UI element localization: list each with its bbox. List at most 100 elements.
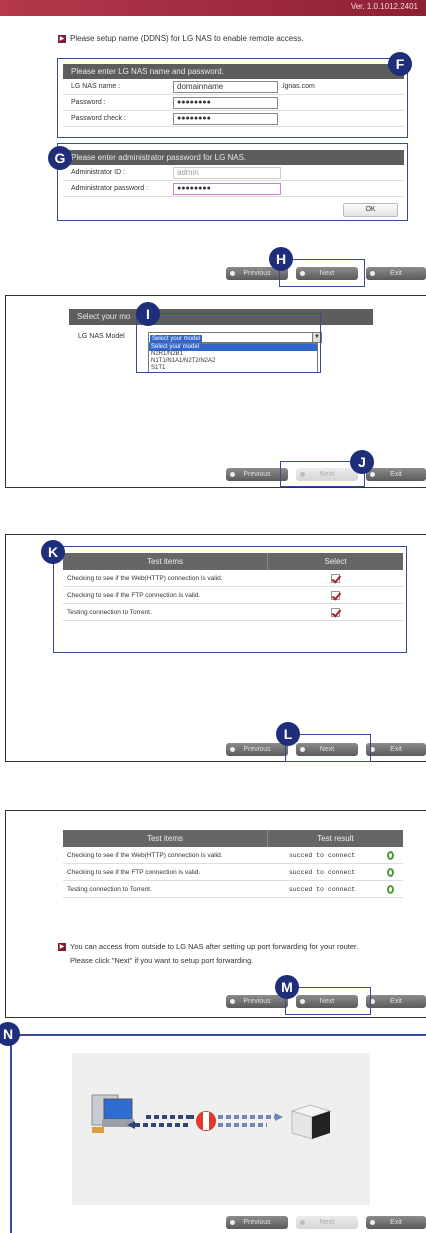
test-item-label: Testing connection to Torrent. bbox=[67, 886, 152, 893]
previous-label: Previous bbox=[243, 1219, 271, 1226]
section-n-top-line bbox=[10, 1034, 426, 1036]
exit-button[interactable]: Exit bbox=[366, 995, 426, 1008]
domain-suffix: .lgnas.com bbox=[281, 83, 315, 90]
test-result-value: succed to connect bbox=[288, 886, 356, 893]
admin-panel: Please enter administrator password for … bbox=[63, 150, 404, 225]
marker-f: F bbox=[388, 52, 412, 76]
circle-icon bbox=[370, 1220, 375, 1225]
next-button-disabled: Next bbox=[296, 1216, 358, 1229]
circle-icon bbox=[230, 1220, 235, 1225]
version-label: Ver. 1.0.1012.2401 bbox=[350, 2, 418, 11]
marker-g: G bbox=[48, 146, 72, 170]
table-header: Test items Test result bbox=[63, 830, 403, 847]
admin-password-label: Administrator password : bbox=[71, 185, 149, 192]
password-check-input[interactable]: ●●●●●●●● bbox=[173, 112, 278, 125]
message-line-2: Please click "Next" if you want to setup… bbox=[70, 956, 254, 965]
col-test-result: Test result bbox=[267, 830, 403, 847]
previous-button[interactable]: Previous bbox=[226, 468, 288, 481]
ddns-instruction: ▶ Please setup name (DDNS) for LG NAS to … bbox=[58, 34, 303, 43]
circle-icon bbox=[370, 271, 375, 276]
previous-button[interactable]: Previous bbox=[226, 995, 288, 1008]
password-input[interactable]: ●●●●●●●● bbox=[173, 96, 278, 109]
connection-diagram bbox=[72, 1053, 370, 1205]
marker-i: I bbox=[136, 302, 160, 326]
test-result-value: succed to connect bbox=[288, 869, 356, 876]
previous-button[interactable]: Previous bbox=[226, 1216, 288, 1229]
exit-label: Exit bbox=[390, 746, 402, 753]
next-label: Next bbox=[319, 1219, 335, 1226]
instruction-text: Please setup name (DDNS) for LG NAS to e… bbox=[70, 34, 304, 43]
success-circle-icon bbox=[386, 867, 394, 877]
admin-password-row: Administrator password : ●●●●●●●● bbox=[63, 181, 404, 197]
exit-button[interactable]: Exit bbox=[366, 267, 426, 280]
circle-icon bbox=[370, 472, 375, 477]
connection-diagram-svg bbox=[91, 1094, 332, 1140]
previous-label: Previous bbox=[243, 998, 271, 1005]
test-item-label: Checking to see if the Web(HTTP) connect… bbox=[67, 575, 223, 582]
table-row: Checking to see if the Web(HTTP) connect… bbox=[63, 570, 403, 587]
col-test-items: Test items bbox=[146, 834, 183, 843]
checkbox-checked-icon[interactable] bbox=[330, 590, 340, 600]
admin-id-row: Administrator ID : admin bbox=[63, 165, 404, 181]
arrow-right-icon: ▶ bbox=[58, 943, 66, 952]
computer-icon bbox=[91, 1094, 134, 1133]
blocked-icon bbox=[196, 1111, 216, 1131]
circle-icon bbox=[230, 271, 235, 276]
marker-m: M bbox=[275, 975, 299, 999]
exit-button[interactable]: Exit bbox=[366, 1216, 426, 1229]
previous-label: Previous bbox=[243, 270, 271, 277]
password-row: Password : ●●●●●●●● bbox=[63, 95, 404, 111]
table-row: Checking to see if the Web(HTTP) connect… bbox=[63, 847, 403, 864]
password-label: Password : bbox=[71, 99, 106, 106]
ok-label: OK bbox=[365, 206, 376, 213]
circle-icon bbox=[300, 1220, 305, 1225]
version-bar: Ver. 1.0.1012.2401 bbox=[0, 0, 426, 16]
exit-label: Exit bbox=[390, 1219, 402, 1226]
marker-j: J bbox=[350, 450, 374, 474]
nas-name-row: LG NAS name : domainname .lgnas.com bbox=[63, 79, 404, 95]
dotted-arrow-left-icon bbox=[127, 1115, 194, 1129]
nas-name-label: LG NAS name : bbox=[71, 83, 121, 90]
exit-button[interactable]: Exit bbox=[366, 468, 426, 481]
table-row: Checking to see if the FTP connection is… bbox=[63, 864, 403, 881]
exit-label: Exit bbox=[390, 471, 402, 478]
exit-button[interactable]: Exit bbox=[366, 743, 426, 756]
marker-n: N bbox=[0, 1022, 20, 1046]
nas-device-icon bbox=[290, 1104, 332, 1140]
port-forward-message: ▶ You can access from outside to LG NAS a… bbox=[58, 940, 408, 968]
test-item-label: Checking to see if the FTP connection is… bbox=[67, 592, 201, 599]
admin-id-input: admin bbox=[173, 166, 281, 179]
col-test-items: Test items bbox=[146, 557, 183, 566]
table-header: Test items Select bbox=[63, 553, 403, 570]
arrow-right-icon: ▶ bbox=[58, 34, 66, 43]
success-circle-icon bbox=[386, 850, 394, 860]
circle-icon bbox=[230, 747, 235, 752]
password-check-label: Password check : bbox=[71, 115, 126, 122]
table-row: Testing connection to Torrent. bbox=[63, 604, 403, 621]
marker-h: H bbox=[269, 247, 293, 271]
ok-button[interactable]: OK bbox=[343, 203, 398, 217]
checkbox-checked-icon[interactable] bbox=[330, 573, 340, 583]
model-label: LG NAS Model bbox=[78, 333, 125, 340]
dropdown-highlight bbox=[136, 313, 321, 373]
dotted-arrow-right-icon bbox=[218, 1113, 283, 1127]
ok-row: OK bbox=[63, 197, 404, 225]
previous-label: Previous bbox=[243, 471, 271, 478]
panel-header: Please enter LG NAS name and password. bbox=[63, 64, 404, 79]
nas-name-input[interactable]: domainname bbox=[173, 80, 278, 93]
test-item-label: Testing connection to Torrent. bbox=[67, 609, 152, 616]
marker-l: L bbox=[276, 722, 300, 746]
message-line-1: You can access from outside to LG NAS af… bbox=[70, 942, 359, 951]
previous-button[interactable]: Previous bbox=[226, 743, 288, 756]
test-item-label: Checking to see if the FTP connection is… bbox=[67, 869, 201, 876]
admin-id-label: Administrator ID : bbox=[71, 169, 126, 176]
checkbox-checked-icon[interactable] bbox=[330, 607, 340, 617]
previous-label: Previous bbox=[243, 746, 271, 753]
success-circle-icon bbox=[386, 884, 394, 894]
marker-k: K bbox=[41, 540, 65, 564]
exit-label: Exit bbox=[390, 998, 402, 1005]
test-select-table: Test items Select Checking to see if the… bbox=[63, 553, 403, 621]
admin-password-input[interactable]: ●●●●●●●● bbox=[173, 182, 281, 195]
table-row: Checking to see if the FTP connection is… bbox=[63, 587, 403, 604]
col-select: Select bbox=[267, 553, 403, 570]
